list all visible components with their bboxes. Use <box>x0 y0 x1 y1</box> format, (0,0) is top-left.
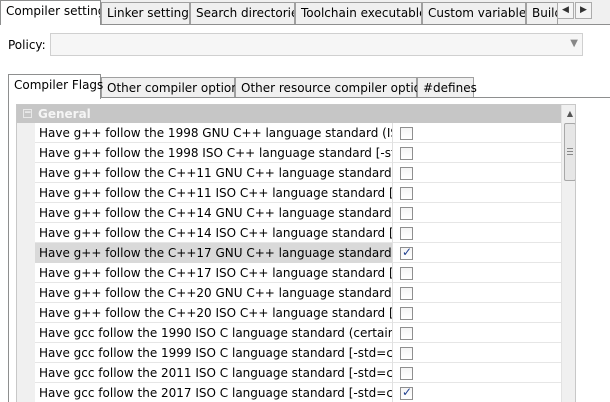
flag-label[interactable]: Have gcc follow the 1999 ISO C language … <box>35 343 393 363</box>
checkmark-icon: ✓ <box>402 245 413 259</box>
row-gutter <box>17 243 35 263</box>
flag-checkbox[interactable] <box>400 187 413 200</box>
flag-row[interactable]: Have gcc follow the 1999 ISO C language … <box>17 343 561 363</box>
tab-other-resource-compiler-options[interactable]: Other resource compiler options <box>235 77 435 98</box>
flag-label[interactable]: Have g++ follow the C++20 ISO C++ langua… <box>35 303 393 323</box>
row-gutter <box>17 303 35 323</box>
flag-label[interactable]: Have g++ follow the C++14 GNU C++ langua… <box>35 203 393 223</box>
flag-checkbox[interactable] <box>400 167 413 180</box>
row-gutter <box>17 323 35 343</box>
flag-label[interactable]: Have g++ follow the C++14 ISO C++ langua… <box>35 223 393 243</box>
policy-label: Policy: <box>8 38 46 52</box>
row-gutter <box>17 203 35 223</box>
flag-label[interactable]: Have g++ follow the C++11 GNU C++ langua… <box>35 163 393 183</box>
flag-checkbox[interactable]: ✓ <box>400 245 413 260</box>
flag-checkbox[interactable] <box>400 267 413 280</box>
flag-checkbox[interactable] <box>400 127 413 140</box>
flag-row[interactable]: Have g++ follow the C++14 ISO C++ langua… <box>17 223 561 243</box>
tab-scroll-left-icon[interactable]: ◀ <box>557 2 574 19</box>
tab-build[interactable]: Build <box>526 2 558 24</box>
row-gutter <box>17 123 35 143</box>
flag-label[interactable]: Have g++ follow the C++20 GNU C++ langua… <box>35 283 393 303</box>
grip-icon <box>567 148 573 155</box>
row-gutter <box>17 383 35 402</box>
flag-row[interactable]: Have gcc follow the 2017 ISO C language … <box>17 383 561 402</box>
flag-label[interactable]: Have gcc follow the 2011 ISO C language … <box>35 363 393 383</box>
tab-search-directories[interactable]: Search directories <box>190 2 295 24</box>
flag-checkbox[interactable] <box>400 287 413 300</box>
collapse-icon[interactable]: − <box>23 109 32 118</box>
tab-defines[interactable]: #defines <box>417 77 477 98</box>
flag-label[interactable]: Have g++ follow the 1998 ISO C++ languag… <box>35 143 393 163</box>
tab-toolchain-executables[interactable]: Toolchain executables <box>295 2 422 24</box>
row-gutter <box>17 283 35 303</box>
chevron-down-icon: ▼ <box>570 38 578 49</box>
flag-row[interactable]: Have gcc follow the 2011 ISO C language … <box>17 363 561 383</box>
flag-row[interactable]: Have g++ follow the C++17 GNU C++ langua… <box>17 243 561 263</box>
flag-row[interactable]: Have g++ follow the C++14 GNU C++ langua… <box>17 203 561 223</box>
checkmark-icon: ✓ <box>402 385 413 399</box>
flag-label[interactable]: Have g++ follow the C++11 ISO C++ langua… <box>35 183 393 203</box>
flag-label[interactable]: Have g++ follow the C++17 ISO C++ langua… <box>35 263 393 283</box>
row-gutter <box>17 363 35 383</box>
scroll-thumb[interactable] <box>564 123 575 181</box>
row-gutter <box>17 143 35 163</box>
tab-other-compiler-options[interactable]: Other compiler options <box>101 77 245 98</box>
group-header-general[interactable]: − General <box>17 105 561 123</box>
scroll-up-icon[interactable]: ▲ <box>563 106 575 121</box>
flag-checkbox[interactable]: ✓ <box>400 385 413 400</box>
group-title: General <box>38 107 91 121</box>
flag-row[interactable]: Have g++ follow the C++20 GNU C++ langua… <box>17 283 561 303</box>
tab-compiler-flags[interactable]: Compiler Flags <box>8 74 103 99</box>
tab-compiler-settings[interactable]: Compiler settings <box>0 0 101 25</box>
flag-checkbox[interactable] <box>400 327 413 340</box>
row-gutter <box>17 343 35 363</box>
compiler-tab-strip: Compiler Flags Other compiler options Ot… <box>0 73 610 99</box>
flag-row[interactable]: Have gcc follow the 1990 ISO C language … <box>17 323 561 343</box>
policy-dropdown[interactable]: ▼ <box>50 33 583 56</box>
tab-linker-settings[interactable]: Linker settings <box>101 2 190 24</box>
settings-tab-strip: Compiler settings Linker settings Search… <box>0 0 610 25</box>
row-gutter <box>17 223 35 243</box>
compiler-flags-grid: − General Have g++ follow the 1998 GNU C… <box>16 104 576 402</box>
vertical-scrollbar[interactable]: ▲ <box>561 105 575 402</box>
flag-row[interactable]: Have g++ follow the 1998 ISO C++ languag… <box>17 143 561 163</box>
tab-scroll-right-icon[interactable]: ▶ <box>575 2 592 19</box>
row-gutter <box>17 263 35 283</box>
compiler-settings-panel: Policy: ▼ Compiler Flags Other compiler … <box>0 24 610 402</box>
compiler-flags-panel: − General Have g++ follow the 1998 GNU C… <box>8 97 610 402</box>
flag-label[interactable]: Have g++ follow the C++17 GNU C++ langua… <box>35 243 393 263</box>
flag-label[interactable]: Have gcc follow the 1990 ISO C language … <box>35 323 393 343</box>
flag-row[interactable]: Have g++ follow the C++20 ISO C++ langua… <box>17 303 561 323</box>
tab-custom-variables[interactable]: Custom variables <box>422 2 526 24</box>
flag-checkbox[interactable] <box>400 227 413 240</box>
flag-checkbox[interactable] <box>400 307 413 320</box>
flag-checkbox[interactable] <box>400 367 413 380</box>
flag-rows: Have g++ follow the 1998 GNU C++ languag… <box>17 123 561 402</box>
flag-label[interactable]: Have g++ follow the 1998 GNU C++ languag… <box>35 123 393 143</box>
flag-checkbox[interactable] <box>400 147 413 160</box>
flag-row[interactable]: Have g++ follow the 1998 GNU C++ languag… <box>17 123 561 143</box>
flag-row[interactable]: Have g++ follow the C++11 GNU C++ langua… <box>17 163 561 183</box>
flag-row[interactable]: Have g++ follow the C++17 ISO C++ langua… <box>17 263 561 283</box>
flag-checkbox[interactable] <box>400 207 413 220</box>
row-gutter <box>17 183 35 203</box>
flag-label[interactable]: Have gcc follow the 2017 ISO C language … <box>35 383 393 402</box>
flag-checkbox[interactable] <box>400 347 413 360</box>
row-gutter <box>17 163 35 183</box>
flag-row[interactable]: Have g++ follow the C++11 ISO C++ langua… <box>17 183 561 203</box>
